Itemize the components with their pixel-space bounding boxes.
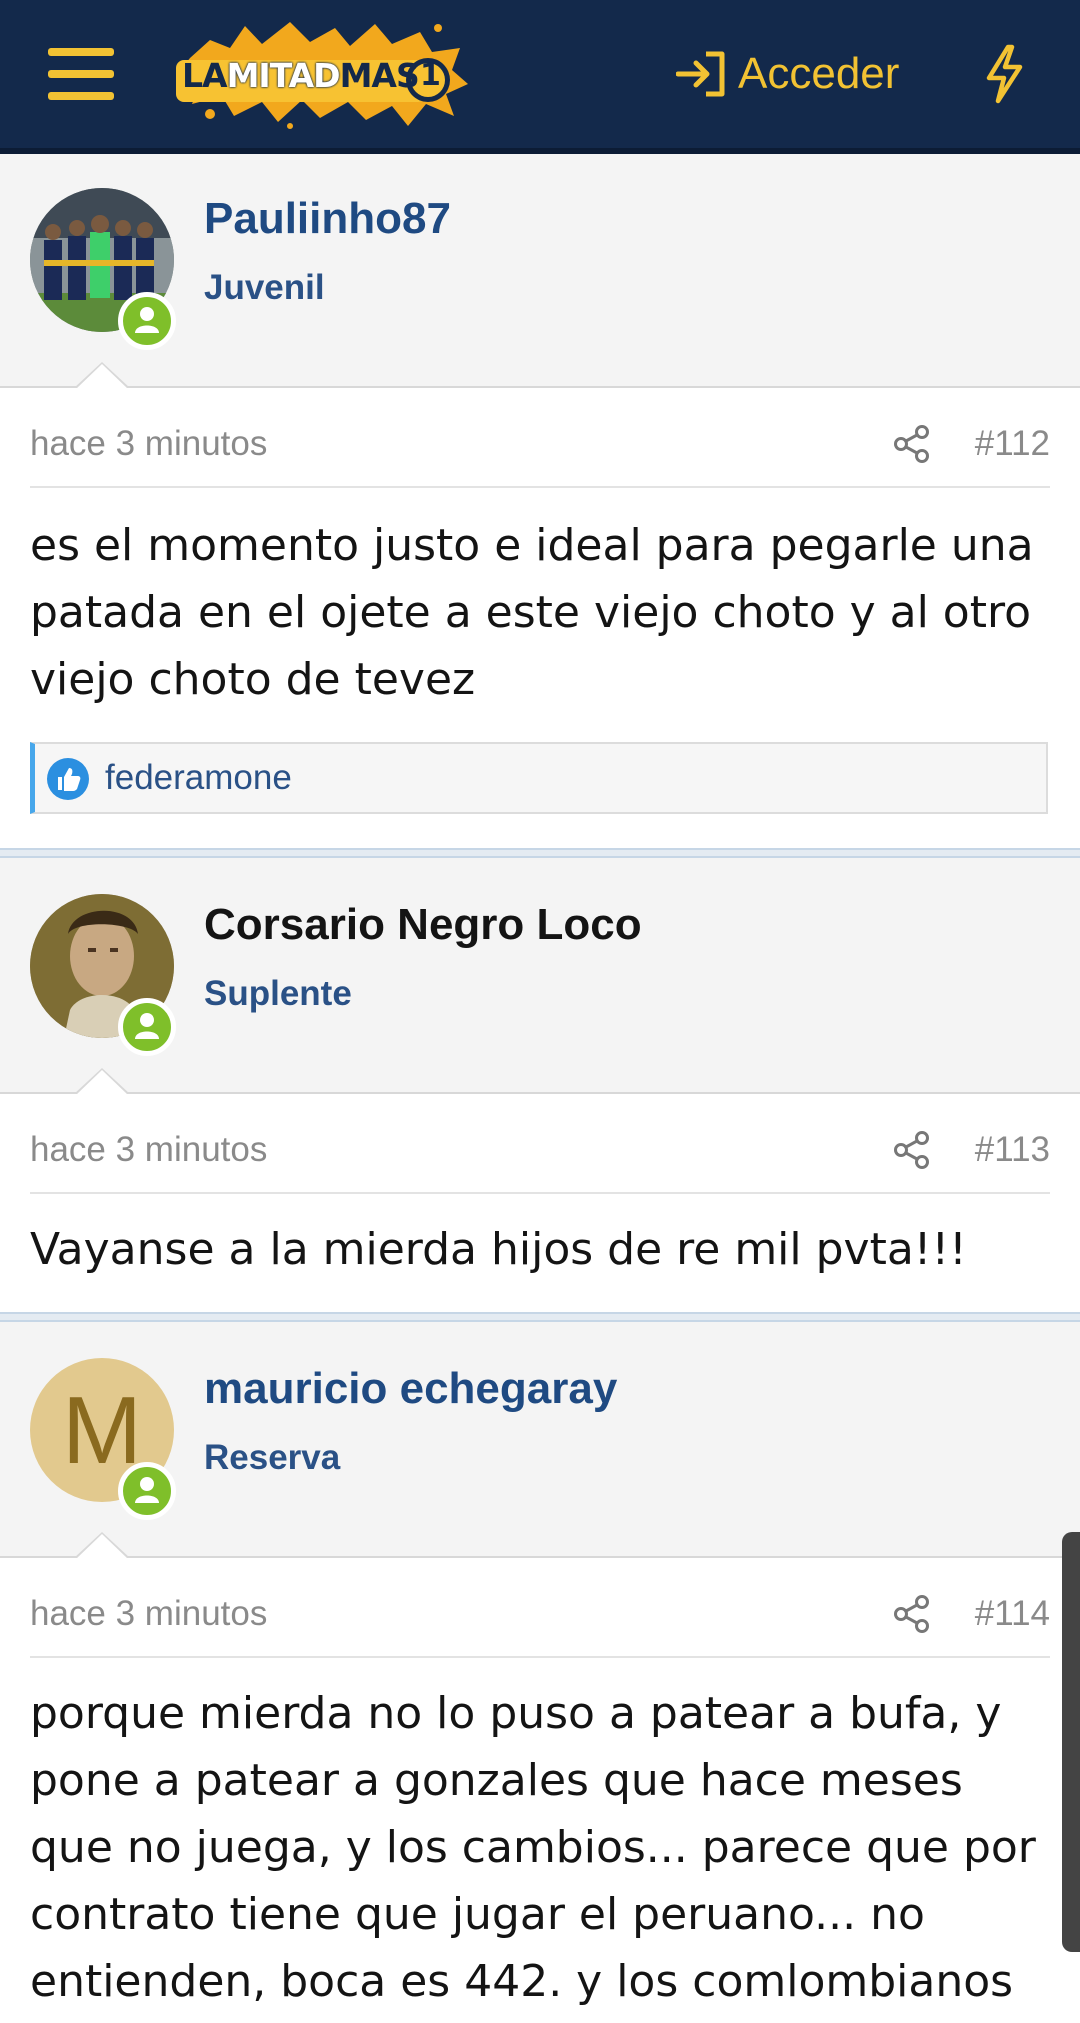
post-time[interactable]: hace 3 minutos xyxy=(30,1594,267,1634)
page-scrollbar[interactable] xyxy=(1062,1532,1080,1952)
username-link[interactable]: Corsario Negro Loco xyxy=(204,900,642,950)
post-time[interactable]: hace 3 minutos xyxy=(30,1130,267,1170)
logo-wordmark: LAMITADMAS 1 xyxy=(182,56,441,95)
post-user-header: Corsario Negro Loco Suplente xyxy=(0,858,1080,1094)
post-user-header: Pauliinho87 Juvenil xyxy=(0,154,1080,388)
online-status-icon xyxy=(118,292,176,350)
post-time[interactable]: hace 3 minutos xyxy=(30,424,267,464)
post-number-link[interactable]: #114 xyxy=(975,1594,1050,1634)
share-icon[interactable] xyxy=(892,424,932,464)
reactions-bar[interactable]: federamone xyxy=(30,742,1048,814)
post-body: es el momento justo e ideal para pegarle… xyxy=(30,520,1034,705)
login-label: Acceder xyxy=(738,49,900,98)
user-role: Suplente xyxy=(204,974,352,1013)
post-meta-bar: hace 3 minutos #113 xyxy=(30,1122,1050,1194)
hamburger-icon[interactable] xyxy=(48,44,114,104)
reaction-users[interactable]: federamone xyxy=(105,758,292,798)
header-pointer xyxy=(74,1532,130,1559)
sign-in-icon xyxy=(676,51,725,97)
top-navigation-bar: LAMITADMAS 1 Acceder xyxy=(0,0,1080,154)
online-status-icon xyxy=(118,998,176,1056)
post-meta-bar: hace 3 minutos #112 xyxy=(30,416,1050,488)
post-separator xyxy=(0,848,1080,858)
share-icon[interactable] xyxy=(892,1594,932,1634)
post-separator xyxy=(0,1312,1080,1322)
post-meta-bar: hace 3 minutos #114 xyxy=(30,1586,1050,1658)
username-link[interactable]: Pauliinho87 xyxy=(204,194,451,244)
like-icon xyxy=(47,758,89,800)
online-status-icon xyxy=(118,1462,176,1520)
lightning-bolt-icon[interactable] xyxy=(984,44,1024,104)
header-pointer xyxy=(74,1068,130,1095)
user-role: Juvenil xyxy=(204,268,325,307)
login-button[interactable]: Acceder xyxy=(676,46,899,102)
username-link[interactable]: mauricio echegaray xyxy=(204,1364,617,1414)
share-icon[interactable] xyxy=(892,1130,932,1170)
post-user-header: M mauricio echegaray Reserva xyxy=(0,1322,1080,1558)
user-role: Reserva xyxy=(204,1438,341,1477)
header-pointer xyxy=(74,362,130,389)
post-number-link[interactable]: #113 xyxy=(975,1130,1050,1170)
site-logo[interactable]: LAMITADMAS 1 xyxy=(170,18,470,130)
post-number-link[interactable]: #112 xyxy=(975,424,1050,464)
post-body: Vayanse a la mierda hijos de re mil pvta… xyxy=(30,1224,967,1275)
post-body: porque mierda no lo puso a patear a bufa… xyxy=(30,1688,1036,2007)
